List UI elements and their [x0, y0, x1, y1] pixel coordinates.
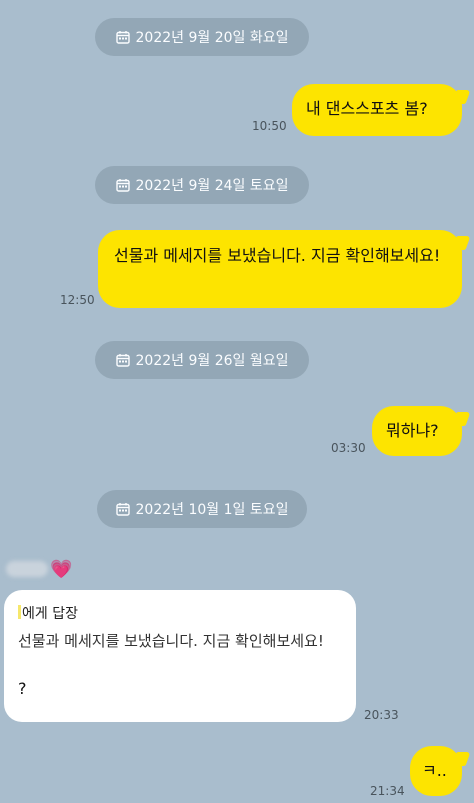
sender-name[interactable]: 💗	[6, 559, 76, 581]
message-time: 12:50	[60, 293, 95, 307]
date-divider: 2022년 9월 26일 월요일	[95, 341, 309, 379]
message-text: ?	[18, 679, 27, 698]
reply-header: 에게 답장	[18, 604, 342, 624]
my-message-bubble[interactable]: ㅋ..	[410, 746, 471, 796]
calendar-icon	[115, 503, 130, 516]
date-divider: 2022년 9월 24일 토요일	[95, 166, 309, 204]
date-label: 2022년 9월 26일 월요일	[135, 353, 289, 369]
date-label: 2022년 9월 24일 토요일	[135, 178, 289, 194]
calendar-icon	[115, 354, 130, 367]
date-divider: 2022년 9월 20일 화요일	[95, 18, 309, 56]
message-text: ㅋ..	[422, 761, 447, 780]
reply-quote: 선물과 메세지를 보냈습니다. 지금 확인해보세요!	[18, 632, 324, 650]
my-message-bubble[interactable]: 선물과 메세지를 보냈습니다. 지금 확인해보세요!	[98, 230, 471, 308]
my-message-bubble[interactable]: 내 댄스스포츠 봄?	[292, 84, 471, 136]
message-time: 20:33	[364, 708, 399, 722]
calendar-icon	[115, 31, 130, 44]
message-time: 03:30	[331, 441, 366, 455]
incoming-reply-bubble[interactable]: 에게 답장 선물과 메세지를 보냈습니다. 지금 확인해보세요! ?	[4, 590, 356, 722]
message-time: 21:34	[370, 784, 405, 798]
reply-header-text: 에게 답장	[22, 606, 78, 622]
blurred-sender-name	[6, 561, 48, 577]
date-label: 2022년 10월 1일 토요일	[135, 502, 289, 518]
heart-icon: 💗	[50, 559, 73, 580]
message-text: 뭐하냐?	[386, 421, 439, 440]
my-message-bubble[interactable]: 뭐하냐?	[372, 406, 471, 456]
date-divider: 2022년 10월 1일 토요일	[97, 490, 307, 528]
message-text: 선물과 메세지를 보냈습니다. 지금 확인해보세요!	[114, 246, 441, 265]
date-label: 2022년 9월 20일 화요일	[135, 30, 289, 46]
message-text: 내 댄스스포츠 봄?	[306, 99, 428, 118]
calendar-icon	[115, 179, 130, 192]
message-time: 10:50	[252, 119, 287, 133]
